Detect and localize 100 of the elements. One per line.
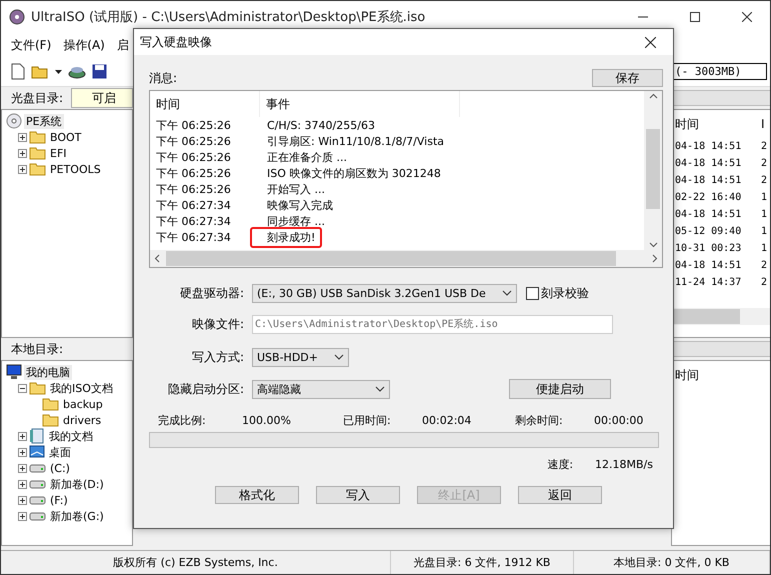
dialog-button[interactable]: 返回 [518,486,602,504]
maximize-icon [690,12,700,22]
expander-icon[interactable] [18,384,27,392]
folder-icon [29,162,46,176]
dialog-title: 写入硬盘映像 [140,34,213,50]
tree-item[interactable]: PE系统 [24,114,64,128]
expander-icon[interactable] [18,480,27,488]
table-cell-text: 2 [760,277,767,288]
column-header[interactable]: 时间 [672,116,758,132]
verify-checkbox[interactable] [526,286,539,300]
drive-icon [29,463,46,473]
computer-icon [6,364,22,380]
close-icon [742,12,752,22]
log-time: 下午 06:27:34 [155,198,232,212]
log-time: 下午 06:27:34 [155,214,232,228]
field-label: 写入方式: [190,348,245,366]
tree-item[interactable]: 新加卷(G:) [48,508,106,524]
tree-item[interactable]: PETOOLS [48,162,103,176]
menu-item[interactable]: 启 [110,36,135,54]
tree-item[interactable]: (F:) [48,494,70,506]
table-cell-text: 1 [760,226,767,237]
chevron-left-icon[interactable] [154,254,160,263]
log-time: 下午 06:25:26 [155,150,232,164]
expander-icon[interactable] [18,432,27,440]
log-time: 下午 06:25:26 [155,166,232,180]
expander-icon[interactable] [18,448,27,456]
log-event: 刻录成功! [250,226,322,248]
tree-item[interactable]: drivers [61,414,104,426]
scrollbar[interactable] [150,250,662,267]
log-event: C/H/S: 3740/255/63 [266,118,376,134]
new-file-icon [11,63,25,80]
table-cell-text: 04-18 14:51 [674,175,742,186]
expander-icon[interactable] [18,464,27,472]
stat-value: 100.00% [242,414,292,426]
tree-item[interactable]: 我的电脑 [24,364,72,380]
expander-icon[interactable] [18,512,27,520]
save-button[interactable]: 保存 [592,69,663,87]
caret-icon [55,70,62,74]
chevron-down-icon [375,386,385,392]
folder-icon [29,146,46,160]
drive-icon [29,511,46,521]
messages-label: 消息: [149,70,178,87]
log-time: 下午 06:25:26 [155,118,232,132]
dialog-button[interactable]: 格式化 [215,486,299,504]
stat-label: 剩余时间: [515,412,564,428]
speed-label: 速度: [547,456,574,472]
column-header[interactable]: 事件 [260,91,460,117]
table-cell-text: 05-12 09:40 [674,226,742,237]
local-dir-label: 本地目录: [10,340,64,358]
log-event: 开始写入 ... [266,182,326,198]
close-icon [644,36,656,48]
hide-partition-select[interactable]: 高端隐藏 [252,380,390,398]
chevron-down-icon [334,354,344,360]
tree-item[interactable]: BOOT [48,130,84,144]
path-field[interactable]: 可启 [71,88,133,108]
expander-icon[interactable] [18,148,27,158]
stat-value: 00:02:04 [422,414,472,426]
log-event: 引导扇区: Win11/10/8.1/8/7/Vista [266,134,446,150]
field-label: 映像文件: [190,316,245,332]
column-header[interactable]: I [758,117,766,131]
tree-item[interactable]: EFI [48,146,69,160]
table-cell-text: 04-18 14:51 [674,260,742,271]
scrollbar[interactable] [644,91,662,250]
table-cell-text: 1 [760,209,767,220]
tree-item[interactable]: backup [61,398,105,410]
status-text: 版权所有 (c) EZB Systems, Inc. [1,551,391,574]
log-event: ISO 映像文件的扇区数为 3021248 [266,166,442,182]
column-header[interactable]: 时间 [150,91,260,117]
stat-label: 已用时间: [343,412,392,428]
chevron-down-icon [502,290,512,296]
chevron-up-icon[interactable] [648,93,658,99]
expander-icon[interactable] [18,496,27,504]
checkbox-label: 刻录校验 [541,284,589,302]
tree-item[interactable]: 我的文档 [47,428,95,444]
tree-item[interactable]: (C:) [48,462,72,474]
expander-icon[interactable] [18,132,27,142]
table-cell-text: 04-18 14:51 [674,209,742,220]
tree-item[interactable]: 桌面 [47,444,73,460]
column-header[interactable]: 时间 [672,366,764,384]
folder-icon [42,397,59,411]
document-icon [29,428,45,444]
tree-item[interactable]: 我的ISO文档 [48,380,115,396]
status-text: 本地目录: 0 文件, 0 KB [574,551,770,574]
chevron-down-icon[interactable] [648,242,658,248]
log-event: 映像写入完成 [266,198,334,214]
tree-item[interactable]: 新加卷(D:) [48,476,106,492]
menu-item[interactable]: 文件(F) [5,36,58,54]
quick-boot-button[interactable]: 便捷启动 [509,379,611,399]
drive-select[interactable]: (E:, 30 GB) USB SanDisk 3.2Gen1 USB De [252,284,517,302]
field-label: 隐藏启动分区: [166,380,245,398]
app-logo-icon [9,9,25,25]
menu-item[interactable]: 操作(A) [57,36,111,54]
image-file-field[interactable]: C:\Users\Administrator\Desktop\PE系统.iso [252,314,613,334]
drive-icon [29,479,46,489]
log-time: 下午 06:27:34 [155,230,232,244]
chevron-right-icon[interactable] [652,254,658,263]
scrollbar[interactable] [672,308,770,325]
write-method-select[interactable]: USB-HDD+ [252,348,349,366]
expander-icon[interactable] [18,164,27,174]
dialog-button[interactable]: 写入 [316,486,400,504]
